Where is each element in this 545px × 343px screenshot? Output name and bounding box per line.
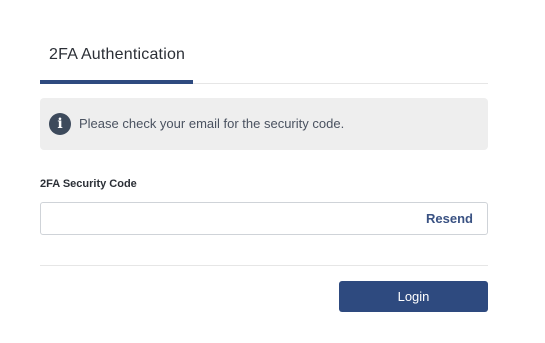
- info-alert: i Please check your email for the securi…: [40, 98, 488, 150]
- login-button[interactable]: Login: [339, 281, 488, 312]
- security-code-field: Resend: [40, 202, 488, 235]
- security-code-input[interactable]: [41, 203, 411, 234]
- active-tab-indicator: [40, 80, 193, 84]
- tab-bar: 2FA Authentication: [40, 0, 488, 84]
- info-icon: i: [49, 113, 71, 135]
- alert-message: Please check your email for the security…: [79, 116, 345, 131]
- tab-label: 2FA Authentication: [49, 46, 186, 63]
- twofa-panel: 2FA Authentication i Please check your e…: [0, 0, 545, 343]
- resend-link[interactable]: Resend: [426, 211, 473, 226]
- security-code-label: 2FA Security Code: [40, 178, 137, 190]
- divider: [40, 265, 488, 266]
- tab-2fa-authentication[interactable]: 2FA Authentication: [40, 0, 193, 84]
